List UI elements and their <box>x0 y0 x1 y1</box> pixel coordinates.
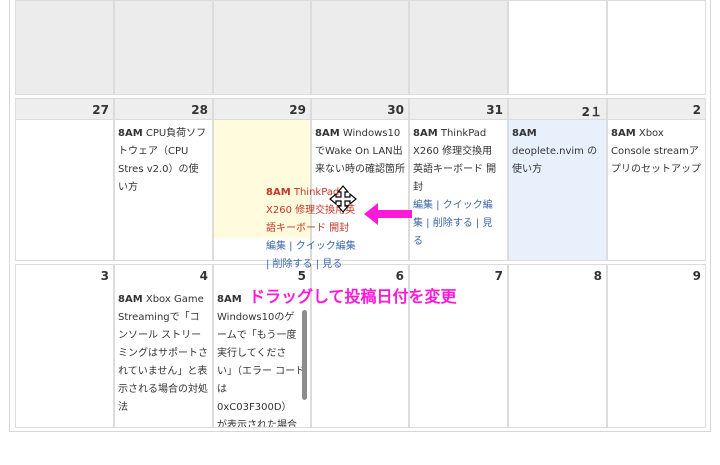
day-number: 30 <box>387 103 404 117</box>
post-title-line: Stres v2.0）の使 <box>118 164 199 175</box>
day-number: 28 <box>191 103 208 117</box>
post-title-line: プリのセットアップ <box>611 164 701 175</box>
post-title-line: 法 <box>118 402 128 413</box>
day-number: 2１ <box>581 105 602 119</box>
day-cell-31[interactable]: 31 8AM ThinkPad X260 修理交換用 英語キーボード 開 封 編… <box>409 98 508 261</box>
post-title-line: ThinkPad <box>440 128 487 139</box>
post-title-line: い」（エラー コード <box>217 366 306 377</box>
post-entry[interactable]: 8AM Xbox Console streamア プリのセットアップ <box>611 125 702 179</box>
post-entry[interactable]: 8AM CPU負荷ソフ トウェア（CPU Stres v2.0）の使 い方 <box>118 125 209 197</box>
post-entry[interactable]: 8AM Xbox Game Streamingで「コ ンソール ストリー ミング… <box>118 291 209 417</box>
post-action-links[interactable]: る <box>413 233 504 251</box>
day-cell[interactable] <box>311 0 409 95</box>
post-entry[interactable]: 8AM deoplete.nvim の 使い方 <box>512 125 603 179</box>
post-title-line: 来ない時の確認箇所 <box>315 164 405 175</box>
post-title-line: は <box>217 384 227 395</box>
post-title-line: ームで「もう一度 <box>217 330 297 341</box>
post-action-links[interactable]: 編集 | クイック編 <box>413 197 504 215</box>
post-title-line: ンソール ストリー <box>118 330 202 341</box>
post-title-line: 封 <box>413 182 423 193</box>
post-title-line: れていません」と表 <box>118 366 208 377</box>
post-time: 8AM <box>118 294 143 305</box>
day-number: 31 <box>486 103 503 117</box>
post-title-line: でWake On LAN出 <box>315 146 403 157</box>
post-title-line: CPU負荷ソフ <box>145 128 207 139</box>
post-time: 8AM <box>217 294 242 305</box>
post-time: 8AM <box>611 128 636 139</box>
post-title-line: deoplete.nvim の <box>512 146 598 157</box>
day-number: 3 <box>100 269 109 283</box>
post-entry[interactable]: 8AM ThinkPad X260 修理交換用 英語キーボード 開 封 編集 |… <box>413 125 504 251</box>
day-cell-8[interactable]: 8 <box>508 264 607 428</box>
day-cell[interactable] <box>213 0 311 95</box>
day-cell-9[interactable]: 9 <box>607 264 706 428</box>
cell-scrollbar[interactable] <box>302 310 307 400</box>
day-header <box>608 99 705 120</box>
day-cell[interactable] <box>508 0 607 95</box>
post-time: 8AM <box>266 187 291 198</box>
post-action-links[interactable]: 集 | 削除する | 見 <box>413 215 504 233</box>
post-entry[interactable]: 8AM Windows10 でWake On LAN出 来ない時の確認箇所 <box>315 125 405 179</box>
day-number: 6 <box>395 269 404 283</box>
post-title-line: が表示された場合 <box>217 420 297 428</box>
post-title-line: 語キーボード 開封 <box>266 223 350 234</box>
post-title-line: 示される場合の対処 <box>118 384 208 395</box>
post-title-line: Windows10のゲ <box>217 312 295 323</box>
post-title-line: トウェア（CPU <box>118 146 189 157</box>
day-number: 7 <box>494 269 503 283</box>
day-cell[interactable] <box>409 0 508 95</box>
day-cell-4[interactable]: 4 8AM Xbox Game Streamingで「コ ンソール ストリー ミ… <box>114 264 213 428</box>
post-time: 8AM <box>512 128 537 139</box>
day-number: 4 <box>199 269 208 283</box>
day-number: 9 <box>692 269 701 283</box>
day-cell-2[interactable]: 2 8AM Xbox Console streamア プリのセットアップ <box>607 98 706 261</box>
day-cell-3[interactable]: 3 <box>15 264 114 428</box>
post-title-line: Xbox Game <box>145 294 204 305</box>
day-cell-28[interactable]: 28 8AM CPU負荷ソフ トウェア（CPU Stres v2.0）の使 い方 <box>114 98 213 261</box>
day-cell-27[interactable]: 27 <box>15 98 114 261</box>
day-cell[interactable] <box>607 0 706 95</box>
post-action-links[interactable]: | 削除する | 見る <box>266 256 366 274</box>
day-cell-today[interactable]: 2１ 8AM deoplete.nvim の 使い方 <box>508 98 607 261</box>
day-number: 8 <box>593 269 602 283</box>
post-title-line: Windows10 <box>342 128 401 139</box>
post-title-line: い方 <box>118 182 138 193</box>
day-number: 27 <box>92 103 109 117</box>
post-title-line: Console streamア <box>611 146 699 157</box>
day-number: 29 <box>289 103 306 117</box>
post-action-links[interactable]: 編集 | クイック編集 <box>266 238 366 256</box>
post-title-line: 実行してくださ <box>217 348 287 359</box>
post-time: 8AM <box>315 128 340 139</box>
callout-label: ドラッグして投稿日付を変更 <box>249 287 457 306</box>
post-title-line: ミングはサポートさ <box>118 348 208 359</box>
post-time: 8AM <box>413 128 438 139</box>
post-title-line: 0xC03F300D） <box>217 402 292 413</box>
move-cursor-icon <box>329 185 357 213</box>
day-cell[interactable] <box>15 0 114 95</box>
post-time: 8AM <box>118 128 143 139</box>
arrow-left-icon <box>364 203 412 225</box>
post-entry[interactable]: 8AM Windows10のゲ ームで「もう一度 実行してくださ い」（エラー … <box>217 291 307 428</box>
post-title-line: X260 修理交換用 <box>413 146 493 157</box>
post-title-line: Streamingで「コ <box>118 312 200 323</box>
day-cell[interactable] <box>114 0 213 95</box>
post-title-line: Xbox <box>638 128 664 139</box>
post-title-line: 使い方 <box>512 164 542 175</box>
post-title-line: 英語キーボード 開 <box>413 164 497 175</box>
day-number: 2 <box>692 103 701 117</box>
